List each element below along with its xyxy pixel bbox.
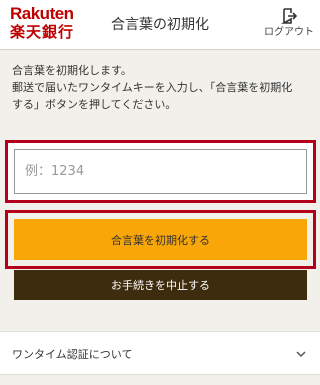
header: Rakuten 楽天銀行 合言葉の初期化 ログアウト (0, 0, 320, 50)
main-content: 合言葉を初期化します。 郵送で届いたワンタイムキーを入力し、「合言葉を初期化 す… (0, 51, 320, 323)
accordion-label: ワンタイム認証について (12, 348, 133, 361)
instruction-line: する」ボタンを押してください。 (12, 98, 177, 111)
logout-button[interactable]: ログアウト (264, 8, 314, 44)
submit-button-highlight: 合言葉を初期化する (5, 210, 316, 269)
logo-bank-name: 楽天銀行 (10, 23, 75, 41)
logout-label: ログアウト (264, 27, 314, 38)
instruction-line: 郵送で届いたワンタイムキーを入力し、「合言葉を初期化 (12, 81, 293, 94)
onetime-auth-accordion[interactable]: ワンタイム認証について (0, 331, 320, 375)
logout-icon (281, 8, 297, 24)
page-title: 合言葉の初期化 (111, 17, 209, 33)
rakuten-bank-logo[interactable]: Rakuten 楽天銀行 (10, 5, 80, 45)
reset-passphrase-button[interactable]: 合言葉を初期化する (14, 219, 307, 260)
cancel-procedure-button[interactable]: お手続きを中止する (14, 270, 307, 300)
onetime-key-input[interactable] (14, 149, 307, 194)
instruction-line: 合言葉を初期化します。 (12, 64, 132, 77)
chevron-down-icon (296, 351, 306, 358)
instructions: 合言葉を初期化します。 郵送で届いたワンタイムキーを入力し、「合言葉を初期化 す… (12, 62, 312, 113)
logo-wordmark: Rakuten (10, 4, 74, 23)
code-input-highlight (5, 140, 316, 203)
footer-strip (0, 376, 320, 385)
